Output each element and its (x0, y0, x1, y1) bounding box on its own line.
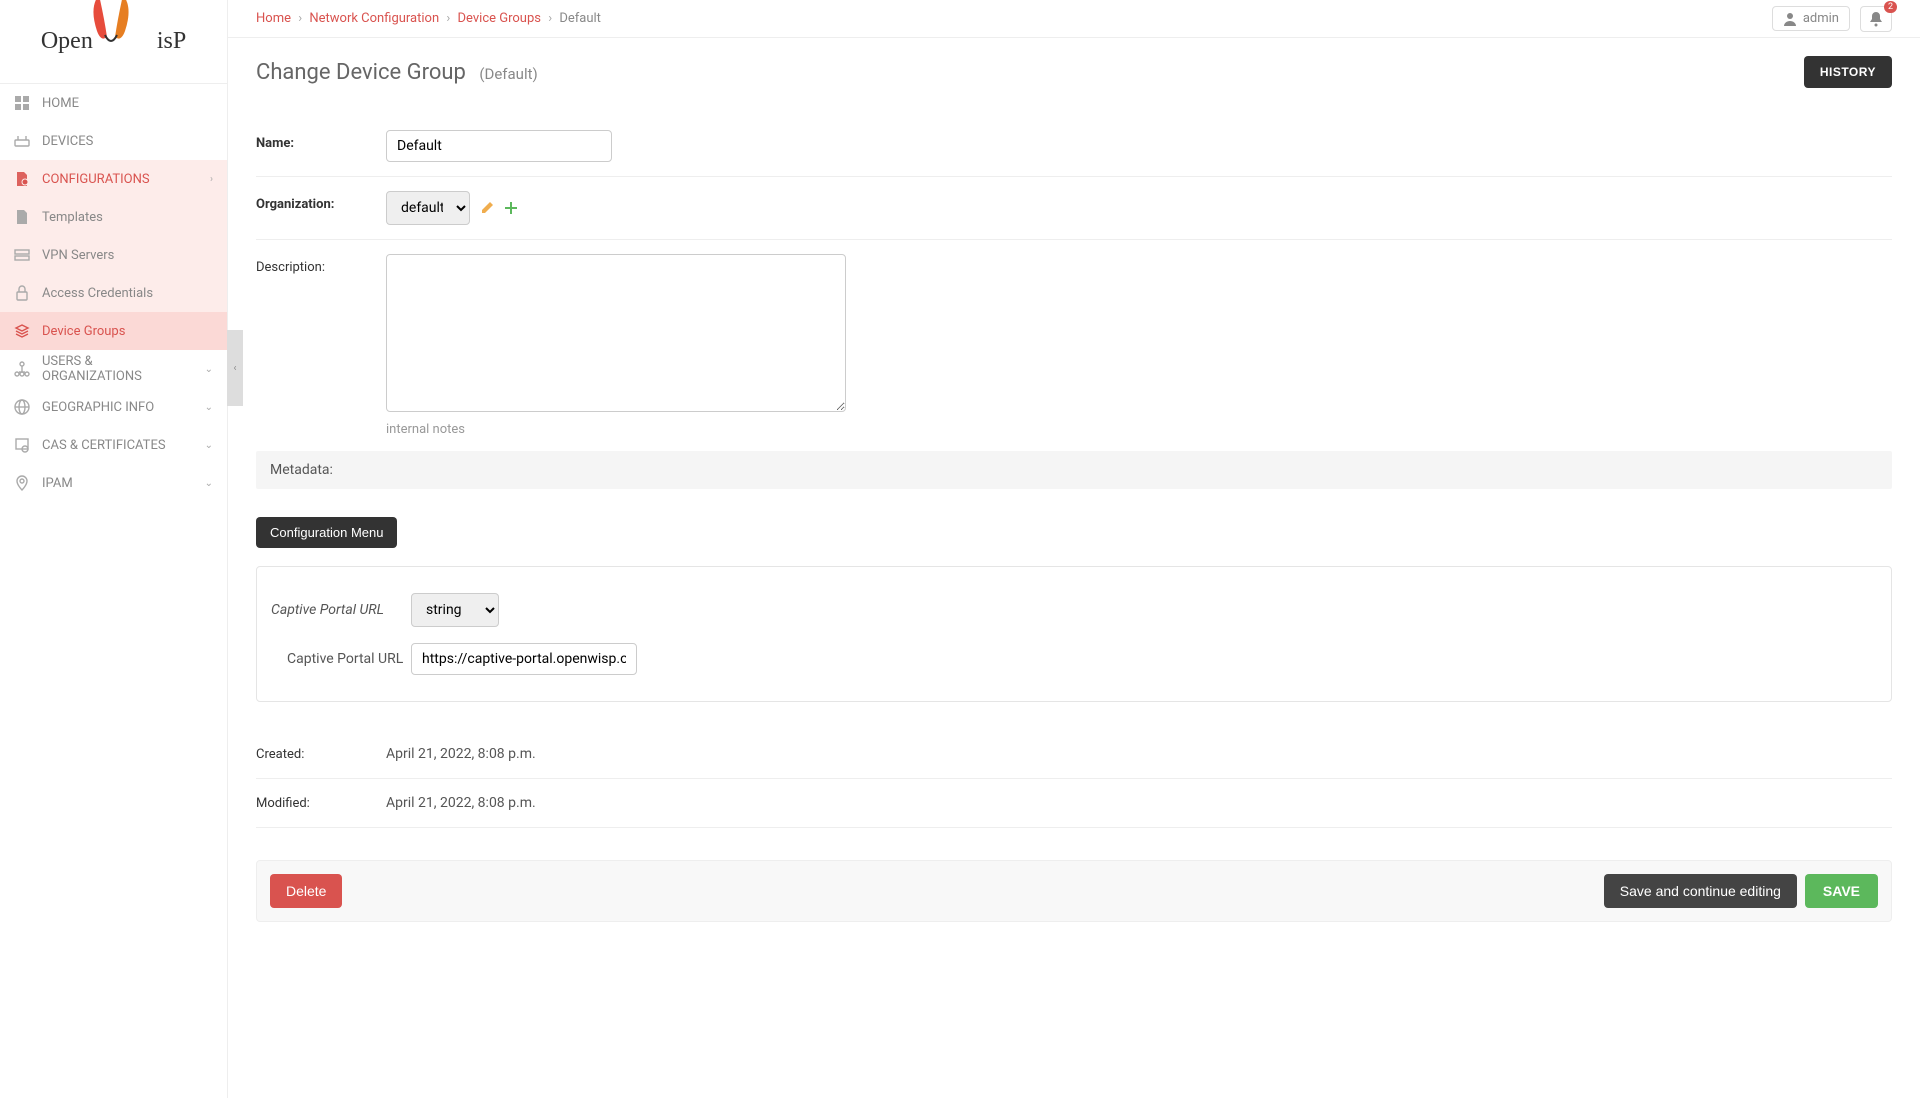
created-label: Created: (256, 747, 386, 762)
configuration-menu-button[interactable]: Configuration Menu (256, 517, 397, 548)
page-subtitle: (Default) (479, 65, 537, 83)
cp-url-type-label: Captive Portal URL (271, 602, 411, 618)
sidebar-item-label: GEOGRAPHIC INFO (42, 400, 154, 415)
pin-icon (14, 475, 30, 491)
topbar: Home › Network Configuration › Device Gr… (228, 0, 1920, 38)
sidebar-item-ipam[interactable]: IPAM ⌄ (0, 464, 227, 502)
metadata-editor: Captive Portal URL string Captive Portal… (256, 566, 1892, 702)
submit-row: Delete Save and continue editing SAVE (256, 860, 1892, 922)
name-label: Name: (256, 130, 386, 151)
sidebar-item-label: Templates (42, 210, 103, 225)
cp-url-input[interactable] (411, 643, 637, 675)
router-icon (14, 133, 30, 149)
chevron-down-icon: ⌄ (205, 440, 213, 451)
user-icon (1783, 12, 1797, 26)
sidebar-item-configurations[interactable]: CONFIGURATIONS › (0, 160, 227, 198)
delete-button[interactable]: Delete (270, 874, 342, 908)
sidebar-item-label: CONFIGURATIONS (42, 172, 150, 187)
globe-icon (14, 399, 30, 415)
document-icon (14, 209, 30, 225)
sidebar-item-users-orgs[interactable]: USERS & ORGANIZATIONS ⌄ (0, 350, 227, 388)
sidebar-item-label: IPAM (42, 476, 73, 491)
server-icon (14, 247, 30, 263)
notifications-button[interactable]: 2 (1860, 6, 1892, 32)
cp-url-type-select[interactable]: string (411, 593, 499, 627)
notifications-badge: 2 (1884, 1, 1897, 13)
save-button[interactable]: SAVE (1805, 874, 1878, 908)
name-input[interactable] (386, 130, 612, 162)
modified-label: Modified: (256, 796, 386, 811)
description-help: internal notes (386, 422, 1892, 437)
sidebar-item-vpn-servers[interactable]: VPN Servers (0, 236, 227, 274)
user-label: admin (1803, 11, 1839, 26)
chevron-right-icon: › (210, 174, 213, 185)
breadcrumb-device-groups[interactable]: Device Groups (458, 11, 541, 26)
sidebar-item-access-credentials[interactable]: Access Credentials (0, 274, 227, 312)
modified-value: April 21, 2022, 8:08 p.m. (386, 795, 536, 811)
breadcrumb-network-config[interactable]: Network Configuration (309, 11, 439, 26)
bell-icon (1869, 11, 1883, 27)
lock-icon (14, 285, 30, 301)
sidebar-item-cas-certs[interactable]: CAS & CERTIFICATES ⌄ (0, 426, 227, 464)
sidebar-nav: HOME DEVICES CONFIGURATIONS › Templates (0, 84, 227, 1098)
organization-select[interactable]: default (386, 191, 470, 225)
user-menu-button[interactable]: admin (1772, 6, 1850, 31)
save-continue-button[interactable]: Save and continue editing (1604, 874, 1797, 908)
sidebar-item-label: CAS & CERTIFICATES (42, 438, 166, 453)
org-tree-icon (14, 361, 30, 377)
chevron-down-icon: ⌄ (205, 478, 213, 489)
metadata-header: Metadata: (256, 451, 1892, 489)
history-button[interactable]: HISTORY (1804, 56, 1892, 88)
chevron-down-icon: ⌄ (205, 364, 213, 375)
sidebar-item-label: Access Credentials (42, 286, 153, 301)
sidebar-item-label: HOME (42, 96, 79, 111)
sidebar-collapse-handle[interactable]: ‹ (227, 330, 243, 406)
sidebar-item-devices[interactable]: DEVICES (0, 122, 227, 160)
chevron-down-icon: ⌄ (205, 402, 213, 413)
sidebar: Open isP HOME (0, 0, 228, 1098)
sidebar-item-geo-info[interactable]: GEOGRAPHIC INFO ⌄ (0, 388, 227, 426)
cp-url-label: Captive Portal URL (271, 651, 411, 667)
sidebar-item-label: VPN Servers (42, 248, 114, 263)
layers-icon (14, 323, 30, 339)
created-value: April 21, 2022, 8:08 p.m. (386, 746, 536, 762)
dashboard-icon (14, 95, 30, 111)
add-icon[interactable] (504, 201, 518, 215)
description-textarea[interactable] (386, 254, 846, 412)
sidebar-item-home[interactable]: HOME (0, 84, 227, 122)
logo-icon (95, 17, 135, 67)
sidebar-item-label: Device Groups (42, 324, 125, 339)
sidebar-item-label: DEVICES (42, 134, 93, 149)
certificate-icon (14, 437, 30, 453)
file-gear-icon (14, 171, 30, 187)
sidebar-item-templates[interactable]: Templates (0, 198, 227, 236)
organization-label: Organization: (256, 191, 386, 212)
breadcrumb-current: Default (559, 11, 601, 26)
page-title: Change Device Group (Default) (256, 60, 538, 85)
edit-icon[interactable] (480, 201, 494, 215)
sidebar-item-label: USERS & ORGANIZATIONS (42, 354, 193, 384)
sidebar-item-device-groups[interactable]: Device Groups (0, 312, 227, 350)
breadcrumb-home[interactable]: Home (256, 11, 291, 26)
description-label: Description: (256, 254, 386, 275)
breadcrumb: Home › Network Configuration › Device Gr… (256, 11, 601, 26)
logo[interactable]: Open isP (0, 0, 227, 84)
